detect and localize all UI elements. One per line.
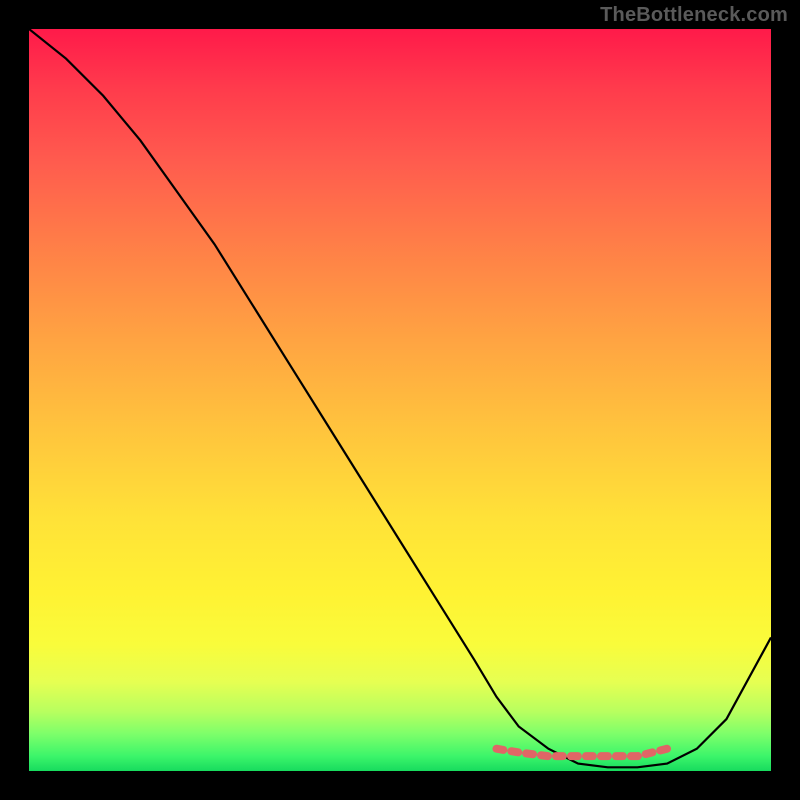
curve-svg [29, 29, 771, 771]
optimal-range-marker-line [496, 749, 667, 756]
bottleneck-curve-line [29, 29, 771, 767]
chart-container: TheBottleneck.com [0, 0, 800, 800]
watermark-text: TheBottleneck.com [600, 4, 788, 27]
plot-area [29, 29, 771, 771]
